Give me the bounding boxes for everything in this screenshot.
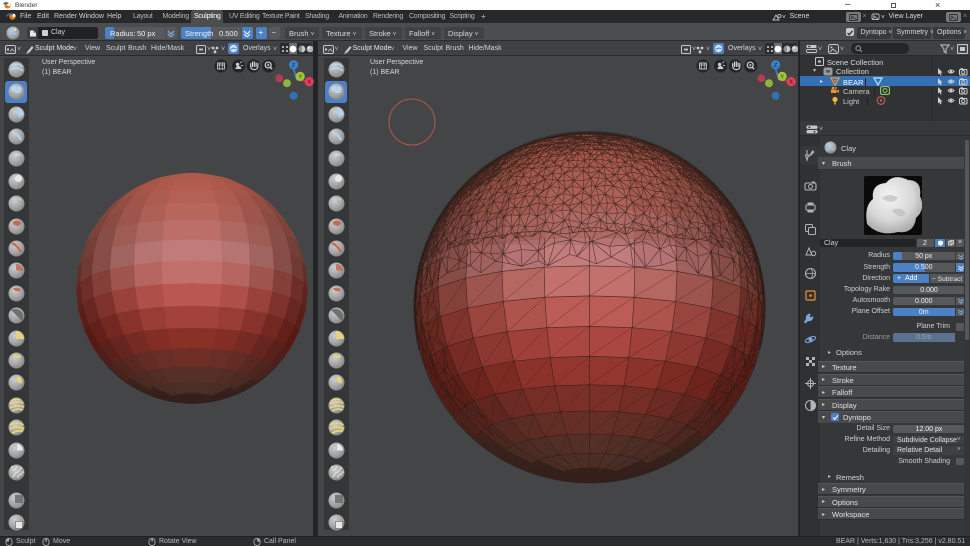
- svg-text:Y: Y: [780, 74, 784, 80]
- svg-text:X: X: [307, 79, 311, 85]
- svg-text:Y: Y: [298, 74, 302, 80]
- svg-text:X: X: [789, 79, 793, 85]
